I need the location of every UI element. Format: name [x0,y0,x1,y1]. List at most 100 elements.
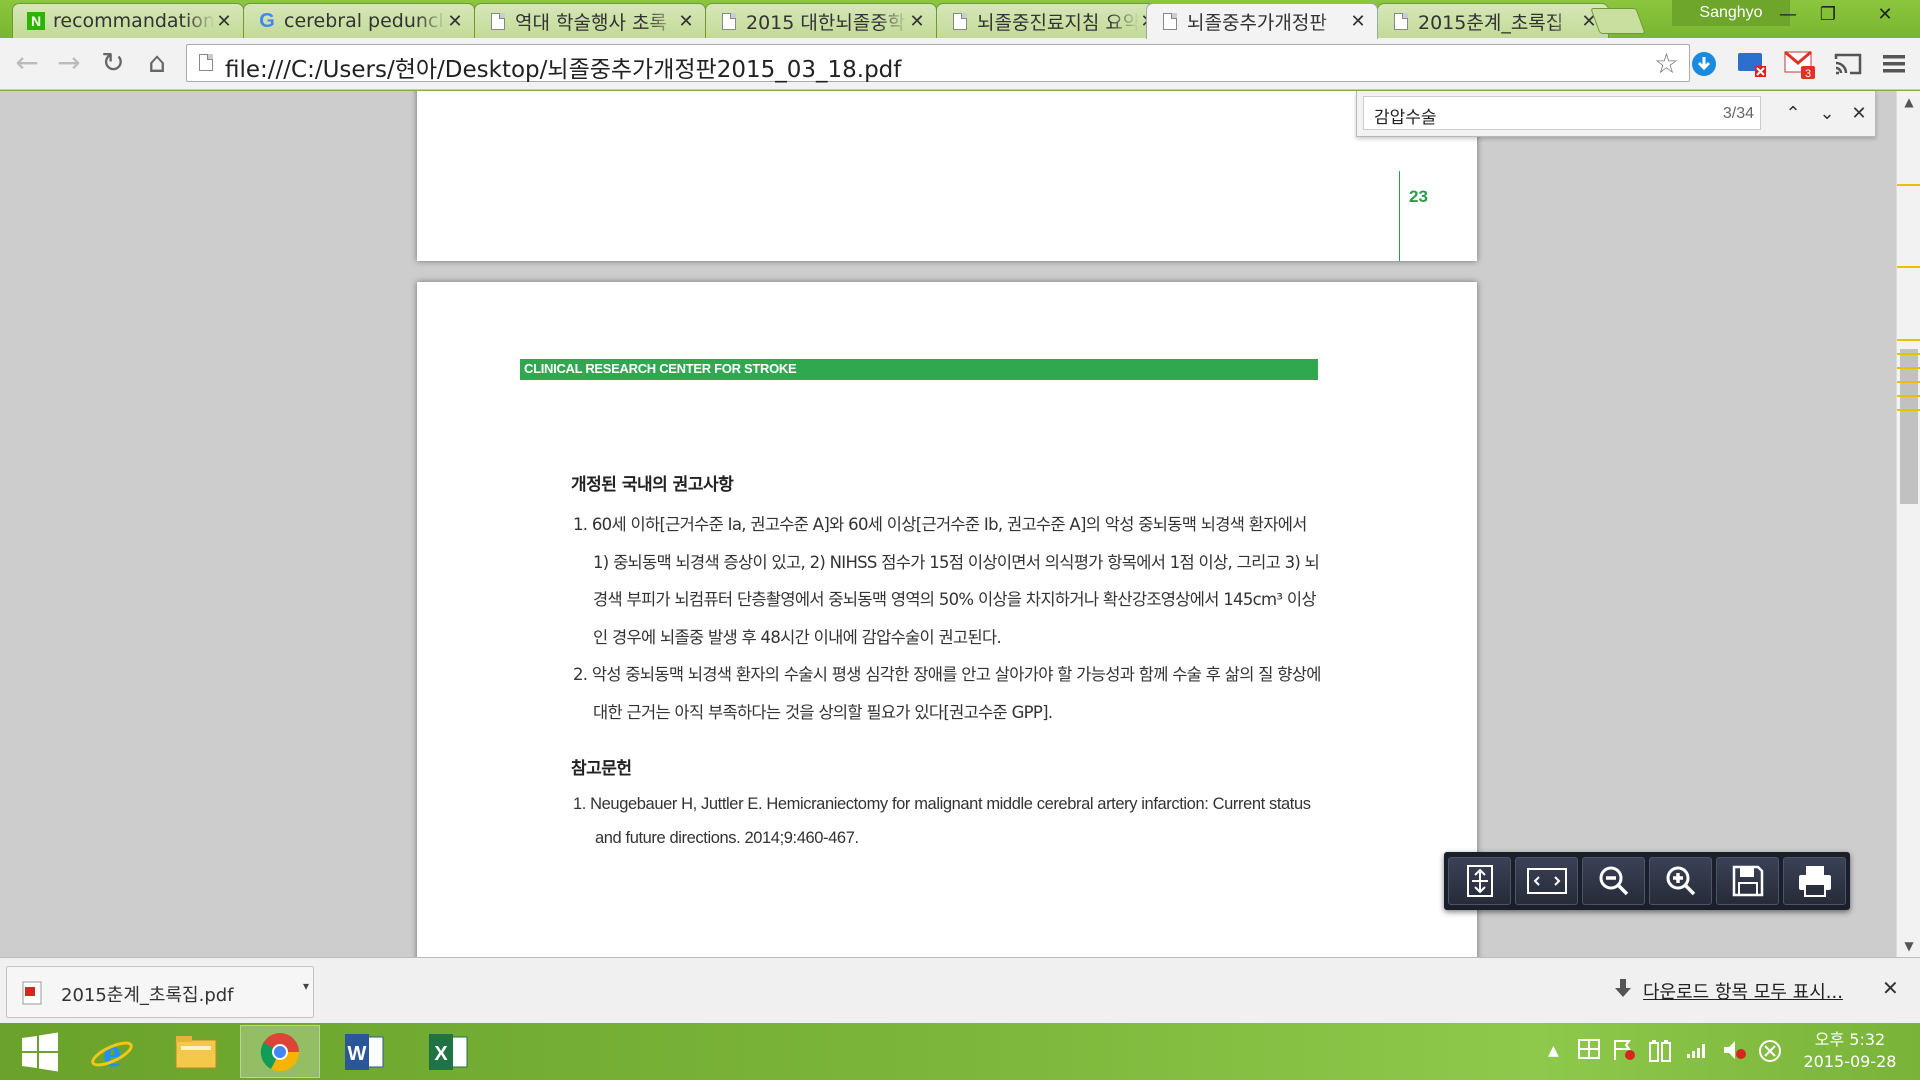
pdf-toolbar [1444,852,1850,910]
document-icon [951,11,969,31]
internet-explorer-button[interactable]: e [72,1025,152,1078]
network-icon[interactable] [1686,1039,1710,1059]
volume-muted-icon[interactable] [1722,1039,1748,1061]
page-number: 23 [1409,187,1428,206]
find-match-count: 3/34 [1722,105,1754,122]
tab-title: 2015 대한뇌졸중학회 [746,11,908,34]
tab-recommandation[interactable]: N recommandation ✕ [12,3,244,38]
naver-icon: N [27,11,45,31]
close-shelf-icon[interactable]: ✕ [1882,976,1899,1000]
address-bar[interactable]: file:///C:/Users/현아/Desktop/뇌졸중추가개정판2015… [186,44,1690,84]
battery-icon[interactable] [1648,1039,1674,1063]
download-arrow-icon [1615,979,1631,997]
find-next-icon[interactable]: ⌄ [1811,97,1843,131]
reference-item: 1. Neugebauer H, Juttler E. Hemicraniect… [573,795,1311,847]
pdf-page-previous: 23 [417,91,1477,261]
flag-icon[interactable] [1612,1039,1636,1061]
folder-icon [175,1035,217,1068]
tab-cerebral-peduncle[interactable]: G cerebral peduncle ✕ [243,3,475,38]
clock-time: 오후 5:32 [1814,1030,1886,1049]
menu-icon[interactable] [1876,46,1912,82]
chrome-button[interactable] [240,1025,320,1078]
zoom-out-icon [1599,866,1628,896]
tab-title: cerebral peduncle [284,10,446,32]
header-banner: CLINICAL RESEARCH CENTER FOR STROKE [520,359,1318,380]
home-icon[interactable]: ⌂ [140,46,174,80]
word-button[interactable]: W [324,1025,404,1078]
gmail-icon[interactable]: 3 [1782,46,1818,82]
download-shelf: 2015춘계_초록집.pdf ▾ 다운로드 항목 모두 표시... ✕ [0,957,1920,1023]
fit-page-button[interactable] [1448,857,1511,905]
chrome-icon [260,1032,300,1071]
close-icon[interactable]: ✕ [677,11,695,32]
new-tab-button[interactable] [1590,8,1646,34]
page-number-rule [1399,171,1400,261]
status-error-icon[interactable] [1758,1039,1782,1063]
find-match-marker [1897,381,1920,383]
word-icon: W [345,1033,384,1070]
save-button[interactable] [1716,857,1779,905]
find-query[interactable]: 감압수술 [1374,103,1437,128]
pdf-viewer[interactable]: 23 CLINICAL RESEARCH CENTER FOR STROKE 개… [0,91,1920,957]
document-icon [1161,12,1179,32]
close-icon[interactable]: ✕ [215,11,233,32]
scroll-down-arrow-icon[interactable]: ▼ [1897,939,1920,953]
minimize-icon[interactable]: — [1768,0,1808,30]
taskbar: e W X ▲ 오후 5:32 2015-09-28 [0,1023,1920,1080]
vertical-scrollbar[interactable]: ▲ ▼ [1896,91,1920,957]
zoom-in-button[interactable] [1649,857,1712,905]
find-match-marker [1897,395,1920,397]
fit-width-button[interactable] [1515,857,1578,905]
internet-explorer-icon: e [91,1030,133,1074]
show-hidden-icons-icon[interactable]: ▲ [1548,1043,1559,1059]
browser-toolbar: ← → ↻ ⌂ file:///C:/Users/현아/Desktop/뇌졸중추… [0,38,1920,90]
tab-academic-events[interactable]: 역대 학술행사 초록 ✕ [474,3,706,38]
find-match-marker [1897,409,1920,411]
print-button[interactable] [1783,857,1846,905]
excel-button[interactable]: X [408,1025,488,1078]
pdf-file-icon [22,981,42,1005]
google-icon: G [259,9,275,32]
recommendation-list: 1. 60세 이하[근거수준 Ia, 권고수준 A]와 60세 이상[근거수준 … [573,506,1323,731]
show-all-downloads-link[interactable]: 다운로드 항목 모두 표시... [1643,978,1843,1004]
tab-stroke-society[interactable]: 2015 대한뇌졸중학회 ✕ [705,3,937,38]
tab-stroke-revision[interactable]: 뇌졸중추가개정판 ✕ [1146,3,1378,39]
find-bar: 감압수술 3/34 ⌃ ⌄ ✕ [1356,91,1876,137]
reload-icon[interactable]: ↻ [96,46,130,80]
forward-arrow-icon[interactable]: → [52,46,86,80]
find-close-icon[interactable]: ✕ [1843,97,1875,131]
tab-title: 2015춘계_초록집 [1418,11,1564,34]
back-arrow-icon[interactable]: ← [10,46,44,80]
system-clock[interactable]: 오후 5:32 2015-09-28 [1790,1029,1910,1073]
tab-title: recommandation [53,10,215,32]
zoom-out-button[interactable] [1582,857,1645,905]
chat-extension-icon[interactable] [1734,46,1770,82]
document-icon [489,11,507,31]
download-extension-icon[interactable] [1686,46,1722,82]
find-input[interactable]: 감압수술 3/34 [1363,96,1761,130]
download-options-icon[interactable]: ▾ [303,979,309,993]
window-close-icon[interactable]: ✕ [1850,0,1920,30]
close-icon[interactable]: ✕ [1349,11,1367,32]
restore-icon[interactable]: ❐ [1808,0,1848,30]
page-icon [199,54,213,71]
tab-title: 뇌졸중추가개정판 [1187,12,1327,34]
find-previous-icon[interactable]: ⌃ [1777,97,1809,131]
tab-spring-abstracts[interactable]: 2015춘계_초록집 ✕ [1377,3,1609,38]
bookmark-star-icon[interactable]: ☆ [1654,47,1679,80]
recommendation-item: 2. 악성 중뇌동맥 뇌경색 환자의 수술시 평생 심각한 장애를 안고 살아가… [573,665,1321,722]
close-icon[interactable]: ✕ [446,11,464,32]
action-center-icon[interactable] [1578,1039,1600,1059]
close-icon[interactable]: ✕ [908,11,926,32]
download-item[interactable]: 2015춘계_초록집.pdf ▾ [6,966,314,1018]
find-match-marker [1897,339,1920,341]
url-text[interactable]: file:///C:/Users/현아/Desktop/뇌졸중추가개정판2015… [225,50,901,84]
cast-icon[interactable] [1830,46,1866,82]
scroll-thumb[interactable] [1900,349,1918,504]
scroll-up-arrow-icon[interactable]: ▲ [1897,95,1920,109]
tab-stroke-guideline[interactable]: 뇌졸중진료지침 요약 ✕ [936,3,1168,38]
windows-start-button[interactable] [0,1025,80,1078]
tab-title: 역대 학술행사 초록 [515,11,667,34]
file-explorer-button[interactable] [156,1025,236,1078]
header-banner-text: CLINICAL RESEARCH CENTER FOR STROKE [524,361,797,376]
